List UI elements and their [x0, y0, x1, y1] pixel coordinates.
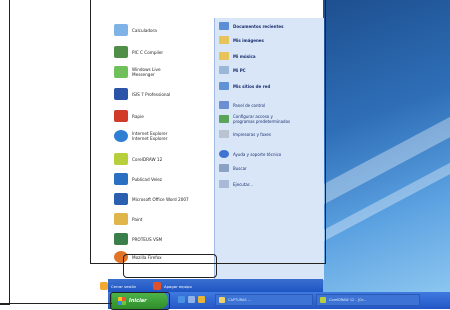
power-icon [153, 282, 161, 290]
taskbar-button-coreldraw[interactable]: CorelDRAW 12 - [Gr... [316, 294, 420, 306]
media-player-icon[interactable] [198, 296, 205, 303]
wallpaper [320, 0, 450, 292]
ie-quicklaunch-icon[interactable] [178, 296, 185, 303]
annotation-box-menu [90, 0, 326, 264]
shutdown-button[interactable]: Apagar equipo [153, 282, 192, 290]
logoff-button[interactable]: Cerrar sesión [100, 282, 136, 290]
annotation-line-bottom [0, 303, 112, 304]
annotation-box-all-programs [123, 254, 217, 278]
task-label: CorelDRAW 12 - [Gr... [329, 298, 367, 302]
logoff-label: Cerrar sesión [111, 283, 137, 289]
folder-icon [219, 297, 225, 303]
logoff-icon [100, 282, 108, 290]
shutdown-label: Apagar equipo [164, 283, 192, 289]
task-label: CAPTURAS ... [228, 298, 252, 302]
quick-launch [178, 296, 205, 303]
annotation-box-start [110, 292, 170, 310]
annotation-line-left [0, 0, 10, 305]
start-menu-footer [108, 279, 323, 292]
taskbar-button-capturas[interactable]: CAPTURAS ... [215, 294, 313, 306]
coreldraw-task-icon [320, 297, 326, 303]
show-desktop-icon[interactable] [188, 296, 195, 303]
